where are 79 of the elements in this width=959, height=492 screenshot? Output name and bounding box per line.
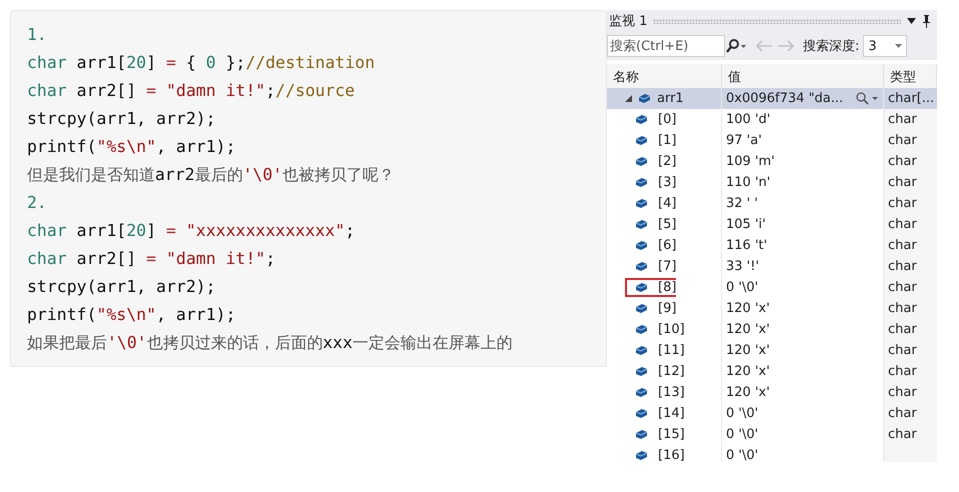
variable-icon bbox=[635, 198, 648, 209]
element-index: [7] bbox=[658, 259, 676, 274]
variable-icon bbox=[635, 345, 648, 356]
element-value: 116 't' bbox=[726, 238, 768, 253]
code-line: strcpy(arr1, arr2); bbox=[27, 276, 217, 298]
variable-icon bbox=[635, 324, 648, 335]
variable-name: arr1 bbox=[657, 91, 684, 106]
variable-icon bbox=[635, 303, 648, 314]
variable-icon bbox=[635, 114, 648, 125]
element-value: 120 'x' bbox=[726, 322, 770, 337]
variable-icon bbox=[635, 366, 648, 377]
variable-icon bbox=[635, 282, 648, 293]
element-index: [6] bbox=[658, 238, 676, 253]
element-index: [12] bbox=[658, 364, 685, 379]
element-index: [16] bbox=[658, 448, 685, 462]
variable-icon bbox=[635, 408, 648, 419]
element-index: [3] bbox=[658, 175, 676, 190]
variable-type: char[... bbox=[884, 88, 937, 109]
element-value: 109 'm' bbox=[726, 154, 775, 169]
code-line: 1. bbox=[27, 24, 48, 46]
variable-icon bbox=[635, 219, 648, 230]
code-line: char arr2[] = "damn it!";//source bbox=[27, 80, 356, 102]
dropdown-icon[interactable] bbox=[907, 18, 916, 24]
element-value: 120 'x' bbox=[726, 343, 770, 358]
variable-icon bbox=[635, 156, 648, 167]
element-index: [5] bbox=[658, 217, 676, 232]
element-value: 32 ' ' bbox=[726, 196, 758, 211]
element-value: 110 'n' bbox=[726, 175, 770, 190]
magnifier-icon[interactable] bbox=[855, 92, 879, 105]
element-value: 0 '\0' bbox=[726, 427, 758, 442]
element-index: [2] bbox=[658, 154, 676, 169]
code-line: printf("%s\n", arr1); bbox=[27, 136, 237, 158]
variable-icon bbox=[635, 429, 648, 440]
element-index: [13] bbox=[658, 385, 685, 400]
element-value: 105 'i' bbox=[726, 217, 766, 232]
element-index: [1] bbox=[658, 133, 676, 148]
code-line: 但是我们是否知道arr2最后的'\0'也被拷贝了呢？ bbox=[27, 164, 396, 186]
window-title: 监视 1 bbox=[609, 13, 648, 30]
code-line: char arr1[20] = { 0 };//destination bbox=[27, 52, 376, 74]
variable-icon bbox=[635, 135, 648, 146]
element-value: 0 '\0' bbox=[726, 448, 758, 462]
element-value: 0 '\0' bbox=[726, 280, 758, 295]
element-index: [9] bbox=[658, 301, 676, 316]
depth-dropdown[interactable]: 3 bbox=[863, 35, 908, 57]
variable-icon bbox=[635, 387, 648, 398]
element-value: 97 'a' bbox=[726, 133, 762, 148]
pin-icon[interactable] bbox=[922, 14, 931, 28]
tree-row[interactable]: arr1 0x0096f734 "da... char[... bbox=[607, 88, 937, 109]
expand-icon[interactable] bbox=[625, 95, 632, 102]
variable-icon bbox=[635, 450, 648, 461]
code-line: printf("%s\n", arr1); bbox=[27, 304, 237, 326]
variable-icon bbox=[635, 177, 648, 188]
variable-icon bbox=[635, 240, 648, 251]
code-line: char arr1[20] = "xxxxxxxxxxxxxx"; bbox=[27, 220, 356, 242]
drag-grip[interactable] bbox=[653, 18, 901, 24]
element-value: 120 'x' bbox=[726, 364, 770, 379]
search-icon[interactable] bbox=[725, 39, 747, 53]
element-value: 120 'x' bbox=[726, 385, 770, 400]
element-value: 100 'd' bbox=[726, 112, 770, 127]
depth-label: 搜索深度: bbox=[803, 38, 860, 55]
element-index: [14] bbox=[658, 406, 685, 421]
element-index: [0] bbox=[658, 112, 676, 127]
variable-value: 0x0096f734 "da... bbox=[726, 91, 844, 106]
element-value: 0 '\0' bbox=[726, 406, 758, 421]
variable-icon bbox=[635, 261, 648, 272]
element-index: [15] bbox=[658, 427, 685, 442]
search-field[interactable]: 搜索(Ctrl+E) bbox=[607, 35, 725, 57]
element-index: [8] bbox=[658, 280, 676, 295]
element-index: [4] bbox=[658, 196, 676, 211]
code-line: strcpy(arr1, arr2); bbox=[27, 108, 217, 130]
code-line: 如果把最后'\0'也拷贝过来的话，后面的xxx一定会输出在屏幕上的 bbox=[27, 332, 514, 354]
element-value: 120 'x' bbox=[726, 301, 770, 316]
code-line: 2. bbox=[27, 192, 48, 214]
element-value: 33 '!' bbox=[726, 259, 760, 274]
code-line: char arr2[] = "damn it!"; bbox=[27, 248, 276, 270]
element-index: [11] bbox=[658, 343, 685, 358]
element-index: [10] bbox=[658, 322, 685, 337]
caret-icon[interactable] bbox=[895, 44, 902, 48]
variable-icon bbox=[638, 93, 651, 104]
